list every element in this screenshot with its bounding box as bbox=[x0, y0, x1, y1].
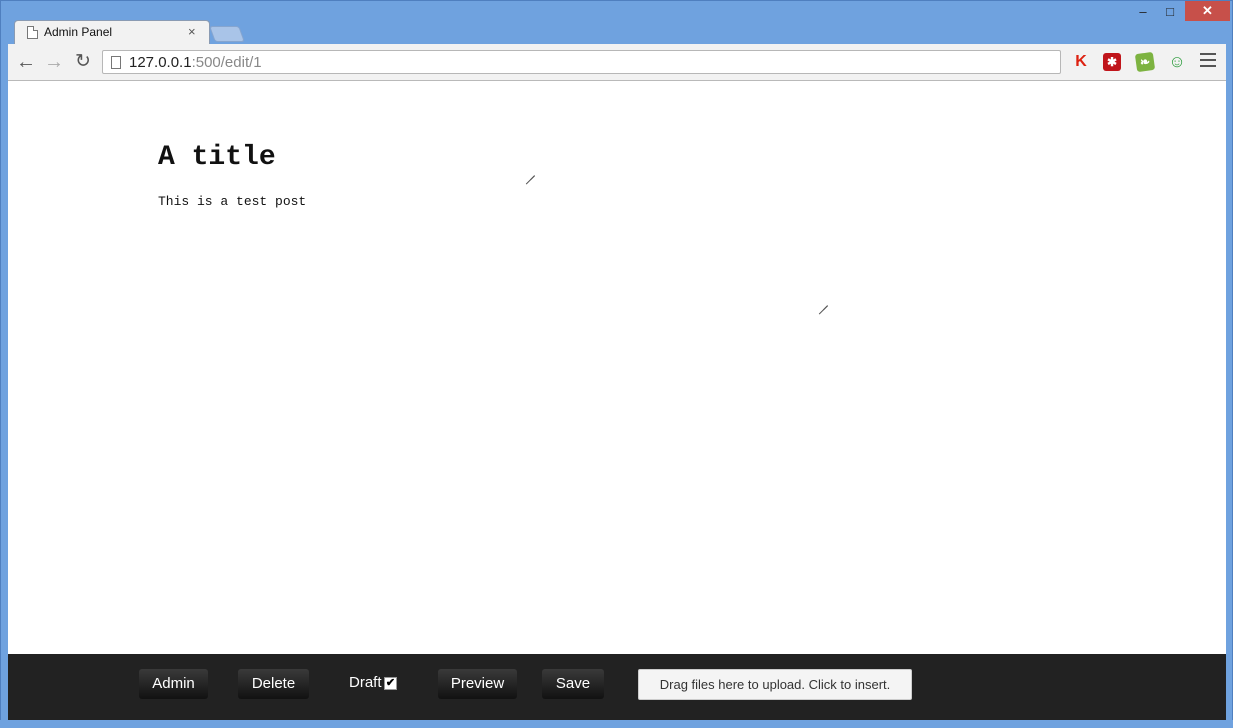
body-resize-handle-icon[interactable] bbox=[819, 297, 828, 306]
draft-checkbox[interactable]: ✔ bbox=[384, 677, 397, 690]
page-icon bbox=[111, 56, 121, 69]
post-body-textarea[interactable]: This is a test post bbox=[158, 193, 830, 309]
draft-label: Draft bbox=[349, 674, 382, 691]
page-content: A title This is a test post bbox=[8, 81, 1226, 654]
menu-icon[interactable] bbox=[1200, 53, 1216, 69]
url-path: :500/edit/1 bbox=[191, 54, 262, 71]
url-text: 127.0.0.1:500/edit/1 bbox=[129, 54, 262, 71]
browser-toolbar: ← → ↻ 127.0.0.1:500/edit/1 K ✱ ❧ ☺ bbox=[8, 44, 1226, 81]
close-window-button[interactable]: ✕ bbox=[1185, 1, 1230, 21]
save-button[interactable]: Save bbox=[542, 669, 604, 699]
preview-button[interactable]: Preview bbox=[438, 669, 517, 699]
minimize-button[interactable]: ‒ bbox=[1130, 1, 1156, 21]
delete-button[interactable]: Delete bbox=[238, 669, 309, 699]
post-title-input[interactable]: A title bbox=[158, 139, 536, 177]
maximize-button[interactable]: □ bbox=[1157, 1, 1183, 21]
tab-close-icon[interactable]: × bbox=[188, 24, 196, 39]
page-icon bbox=[27, 26, 38, 39]
address-bar[interactable]: 127.0.0.1:500/edit/1 bbox=[102, 50, 1061, 74]
title-resize-handle-icon[interactable] bbox=[526, 167, 535, 176]
new-tab-button[interactable] bbox=[209, 26, 245, 42]
extension-icon[interactable]: ☺ bbox=[1168, 53, 1186, 71]
action-bar: Admin Delete Draft ✔ Preview Save Drag f… bbox=[8, 654, 1226, 720]
forward-arrow-icon[interactable]: → bbox=[43, 51, 65, 73]
evernote-icon[interactable]: ❧ bbox=[1134, 51, 1156, 73]
url-host: 127.0.0.1 bbox=[129, 54, 192, 71]
admin-button[interactable]: Admin bbox=[139, 669, 208, 699]
tab-title: Admin Panel bbox=[44, 25, 113, 39]
title-bar: ‒ □ ✕ Admin Panel × bbox=[0, 0, 1233, 46]
window-border bbox=[0, 720, 1233, 728]
file-upload-dropzone[interactable]: Drag files here to upload. Click to inse… bbox=[638, 669, 912, 700]
back-arrow-icon[interactable]: ← bbox=[15, 51, 37, 73]
reload-icon[interactable]: ↻ bbox=[72, 51, 94, 73]
lastpass-icon[interactable]: ✱ bbox=[1103, 53, 1121, 71]
kaspersky-icon[interactable]: K bbox=[1072, 53, 1090, 71]
